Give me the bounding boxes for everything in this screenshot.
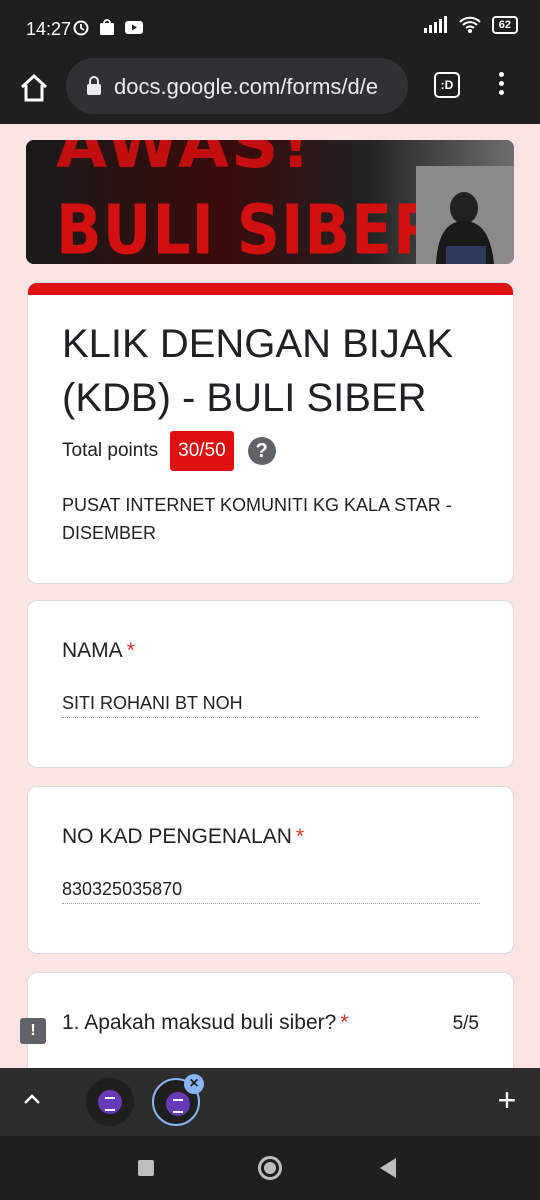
battery-indicator: 62 [491,16,518,34]
banner-image [416,166,514,264]
feedback-icon[interactable]: ! [20,1018,46,1044]
question-text: NO KAD PENGENALAN [62,825,292,848]
back-button[interactable] [380,1158,396,1178]
forms-favicon [98,1090,122,1114]
accent-band [28,283,513,295]
question-score: 5/5 [452,1013,479,1034]
youtube-icon [125,21,143,34]
alarm-icon [73,20,89,36]
question-text: NAMA [62,639,123,662]
status-time: 14:27 [26,19,72,39]
tab-item[interactable] [86,1078,134,1126]
answer-underline [62,717,480,718]
menu-icon[interactable] [494,70,508,100]
answer-text: SITI ROHANI BT NOH [62,693,243,713]
chevron-up-icon[interactable] [20,1088,44,1112]
status-icons [72,18,144,36]
lock-icon [87,76,101,95]
browser-toolbar: docs.google.com/forms/d/e :D [0,56,540,124]
banner-line1: AWAS! [56,140,313,183]
question-card-nama: NAMA * SITI ROHANI BT NOH [27,600,514,768]
address-bar[interactable]: docs.google.com/forms/d/e [66,58,408,114]
required-marker: * [126,639,135,662]
question-label: NO KAD PENGENALAN * [62,825,304,849]
url-text: docs.google.com/forms/d/e [114,74,379,99]
signal-icon [423,16,447,33]
close-icon[interactable]: × [184,1074,204,1094]
status-bar: 14:27 62 [0,0,540,56]
header-banner: AWAS! BULI SIBER [26,140,514,264]
tab-switcher-button[interactable]: :D [434,72,460,98]
wifi-icon [459,16,481,33]
forms-favicon [166,1092,190,1116]
total-points-label: Total points [62,440,159,461]
help-icon[interactable]: ? [247,437,276,465]
score-badge: 30/50 [170,431,234,471]
page-content: AWAS! BULI SIBER KLIK DENGAN BIJAK (KDB)… [0,124,540,1068]
tab-strip: × + [0,1068,540,1136]
form-title-card: KLIK DENGAN BIJAK (KDB) - BULI SIBER Tot… [27,282,514,584]
recents-button[interactable] [138,1160,154,1176]
banner-line2: BULI SIBER [56,190,441,264]
question-label: NAMA * [62,639,135,663]
home-icon[interactable] [18,72,50,104]
status-right: 62 [422,16,518,34]
shopping-icon [100,19,114,35]
answer-underline [62,903,480,904]
required-marker: * [340,1011,349,1034]
system-nav-bar [0,1136,540,1200]
question-label: 1. Apakah maksud buli siber? * [62,1011,349,1035]
question-card-1: 1. Apakah maksud buli siber? * 5/5 [27,972,514,1068]
plus-icon[interactable]: + [494,1084,520,1116]
form-description: PUSAT INTERNET KOMUNITI KG KALA STAR - D… [62,495,452,543]
answer-text: 830325035870 [62,879,183,899]
points-row: Total points 30/50 ? [62,431,276,471]
question-text: 1. Apakah maksud buli siber? [62,1011,337,1034]
home-button[interactable] [258,1156,282,1180]
question-card-ic: NO KAD PENGENALAN * 830325035870 [27,786,514,954]
form-title: KLIK DENGAN BIJAK (KDB) - BULI SIBER [62,322,454,420]
required-marker: * [295,825,305,848]
